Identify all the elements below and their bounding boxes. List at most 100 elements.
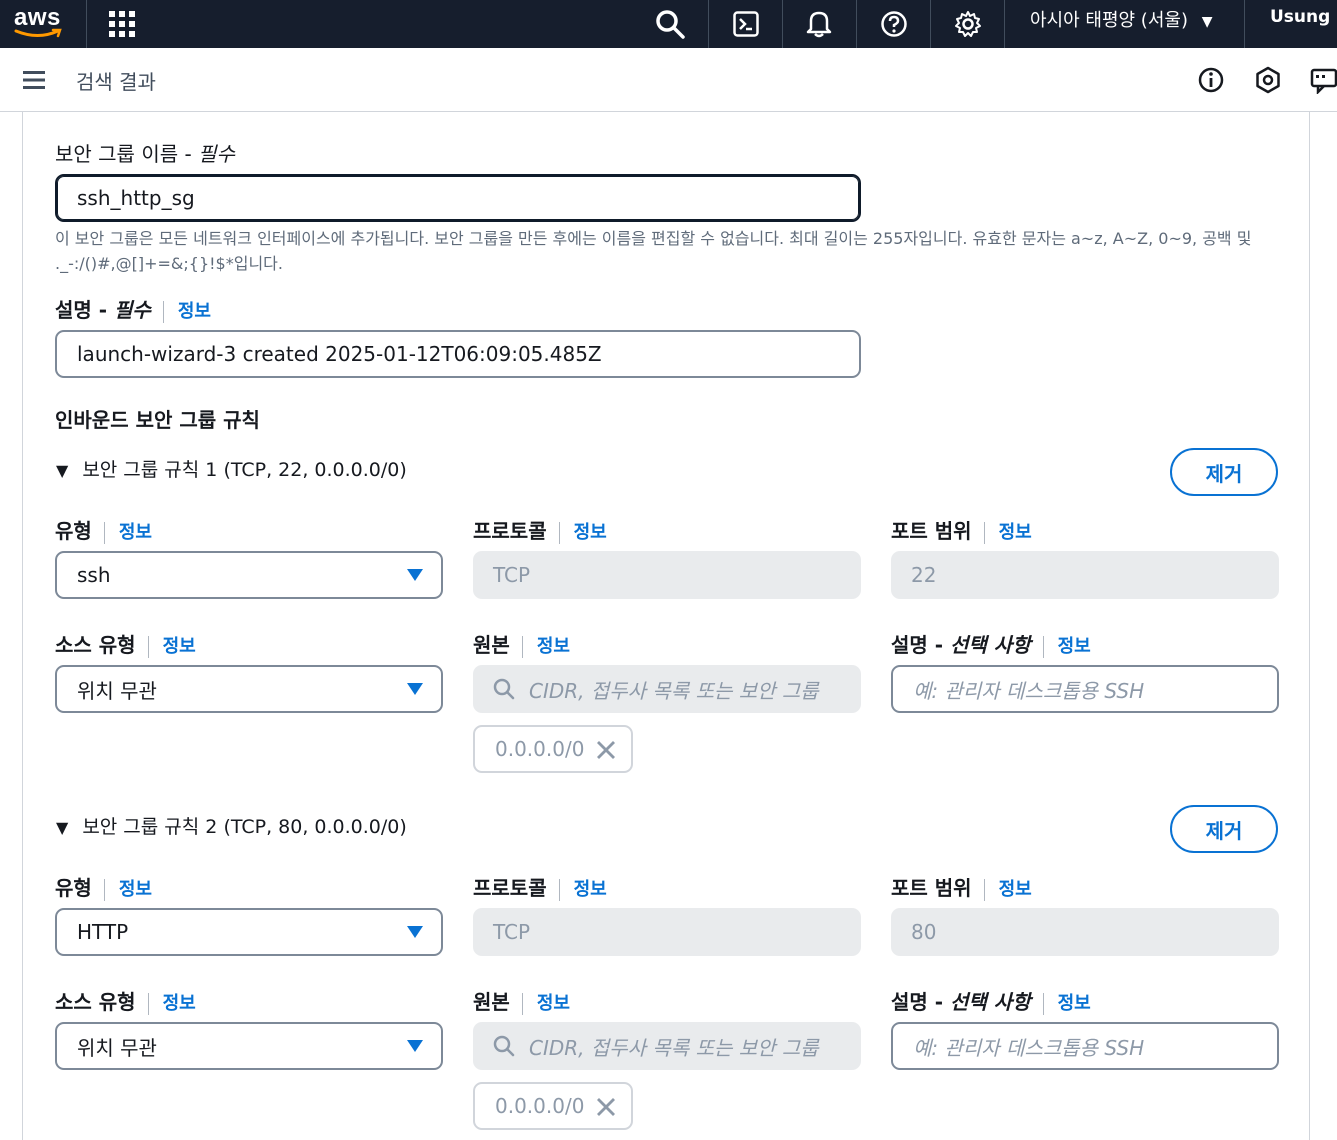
info-divider — [521, 992, 523, 1015]
caret-down-icon: ▼ — [56, 818, 69, 837]
user-menu[interactable]: Usung — [1270, 7, 1330, 27]
rule-2-port-label: 포트 범위 정보 — [891, 872, 1032, 901]
caret-down-icon — [407, 1040, 423, 1052]
rule-2-source-info-link[interactable]: 정보 — [537, 993, 570, 1014]
nav-divider — [856, 0, 857, 48]
top-navigation: aws 아시아 태평양 (서울) ▼ Usung — [0, 0, 1337, 48]
sg-desc-value: launch-wizard-3 created 2025-01-12T06:09… — [77, 342, 602, 366]
rule-2-header[interactable]: ▼ 보안 그룹 규칙 2 (TCP, 80, 0.0.0.0/0) — [56, 812, 407, 839]
search-icon[interactable] — [650, 4, 690, 44]
rule-2-desc-placeholder: 예: 관리자 데스크톱용 SSH — [913, 1035, 1145, 1060]
rule-1-source-type-info-link[interactable]: 정보 — [163, 636, 196, 657]
rule-2-port-info-link[interactable]: 정보 — [999, 879, 1032, 900]
sg-name-value: ssh_http_sg — [77, 186, 195, 210]
rule-2-source-placeholder: CIDR, 접두사 목록 또는 보안 그룹 — [529, 1035, 819, 1060]
caret-down-icon — [407, 926, 423, 938]
rule-2-remove-button[interactable]: 제거 — [1170, 805, 1278, 853]
info-circle-icon[interactable] — [1197, 66, 1225, 94]
rule-1-source-search: CIDR, 접두사 목록 또는 보안 그룹 — [473, 665, 861, 713]
rule-1-port-info-link[interactable]: 정보 — [999, 522, 1032, 543]
rule-1-type-select[interactable]: ssh — [55, 551, 443, 599]
rule-2-source-type-info-link[interactable]: 정보 — [163, 993, 196, 1014]
sg-name-input[interactable]: ssh_http_sg — [55, 174, 861, 222]
breadcrumb[interactable]: 검색 결과 — [76, 66, 156, 95]
rule-2-source-type-label: 소스 유형 정보 — [55, 986, 196, 1015]
gear-icon[interactable] — [948, 4, 988, 44]
sg-desc-label: 설명 - 필수 정보 — [55, 294, 211, 323]
info-divider — [147, 635, 149, 658]
sub-header: 검색 결과 — [0, 48, 1337, 112]
hexagon-icon[interactable] — [1254, 66, 1282, 94]
close-icon[interactable] — [595, 1096, 617, 1118]
sg-name-required: 필수 — [198, 142, 235, 166]
rule-1-remove-button[interactable]: 제거 — [1170, 448, 1278, 496]
rule-2-type-label: 유형 정보 — [55, 872, 152, 901]
rule-2-type-value: HTTP — [77, 920, 129, 944]
rule-2-type-select[interactable]: HTTP — [55, 908, 443, 956]
region-selector[interactable]: 아시아 태평양 (서울) ▼ — [1030, 6, 1212, 32]
cloudshell-icon[interactable] — [726, 4, 766, 44]
rule-1-port-field: 22 — [891, 551, 1279, 599]
search-icon — [493, 678, 515, 700]
info-divider — [558, 521, 560, 544]
rule-1-type-info-link[interactable]: 정보 — [119, 522, 152, 543]
nav-divider — [1244, 0, 1245, 48]
info-divider — [103, 878, 105, 901]
menu-icon[interactable] — [22, 68, 48, 92]
caret-down-icon — [407, 683, 423, 695]
protocol-label-text: 프로토콜 — [473, 519, 547, 543]
rule-1-source-label: 원본 정보 — [473, 629, 570, 658]
rule-2-protocol-field: TCP — [473, 908, 861, 956]
help-icon[interactable] — [874, 4, 914, 44]
rule-1-protocol-label: 프로토콜 정보 — [473, 515, 607, 544]
sg-desc-info-link[interactable]: 정보 — [178, 301, 211, 322]
source-label-text: 원본 — [473, 633, 510, 657]
info-divider — [558, 878, 560, 901]
sg-desc-input[interactable]: launch-wizard-3 created 2025-01-12T06:09… — [55, 330, 861, 378]
rule-1-source-type-select[interactable]: 위치 무관 — [55, 665, 443, 713]
aws-logo[interactable]: aws — [14, 4, 64, 42]
rule-1-type-value: ssh — [77, 563, 111, 587]
feedback-icon[interactable] — [1310, 66, 1337, 96]
rule-2-source-type-select[interactable]: 위치 무관 — [55, 1022, 443, 1070]
port-label-text: 포트 범위 — [891, 519, 972, 543]
info-divider — [147, 992, 149, 1015]
protocol-label-text: 프로토콜 — [473, 876, 547, 900]
inbound-rules-title: 인바운드 보안 그룹 규칙 — [55, 408, 260, 432]
info-divider — [983, 878, 985, 901]
rule-1-header[interactable]: ▼ 보안 그룹 규칙 1 (TCP, 22, 0.0.0.0/0) — [56, 455, 407, 482]
rule-2-source-search: CIDR, 접두사 목록 또는 보안 그룹 — [473, 1022, 861, 1070]
sg-desc-required: 필수 — [114, 298, 151, 322]
bell-icon[interactable] — [799, 4, 839, 44]
rule-1-desc-label: 설명 - 선택 사항 정보 — [891, 629, 1091, 658]
info-divider — [521, 635, 523, 658]
rule-2-desc-info-link[interactable]: 정보 — [1058, 993, 1091, 1014]
caret-down-icon — [407, 569, 423, 581]
source-type-label-text: 소스 유형 — [55, 633, 136, 657]
rule-1-desc-input[interactable]: 예: 관리자 데스크톱용 SSH — [891, 665, 1279, 713]
info-divider — [983, 521, 985, 544]
rule-2-protocol-value: TCP — [493, 920, 531, 944]
desc-optional-label-text: 설명 - — [891, 633, 951, 657]
rule-1-source-info-link[interactable]: 정보 — [537, 636, 570, 657]
sg-name-label-text: 보안 그룹 이름 - — [55, 142, 199, 166]
rule-2-cidr-value: 0.0.0.0/0 — [495, 1094, 585, 1118]
source-type-label-text: 소스 유형 — [55, 990, 136, 1014]
sg-desc-label-text: 설명 - — [55, 298, 115, 322]
rule-1-title: 보안 그룹 규칙 1 (TCP, 22, 0.0.0.0/0) — [82, 459, 407, 481]
rule-2-cidr-token: 0.0.0.0/0 — [473, 1082, 633, 1130]
rule-1-desc-placeholder: 예: 관리자 데스크톱용 SSH — [913, 678, 1145, 703]
rule-1-protocol-info-link[interactable]: 정보 — [574, 522, 607, 543]
type-label-text: 유형 — [55, 876, 92, 900]
rule-1-type-label: 유형 정보 — [55, 515, 152, 544]
rule-1-cidr-token: 0.0.0.0/0 — [473, 725, 633, 773]
info-divider — [103, 521, 105, 544]
rule-2-type-info-link[interactable]: 정보 — [119, 879, 152, 900]
rule-2-protocol-info-link[interactable]: 정보 — [574, 879, 607, 900]
info-divider — [1042, 992, 1044, 1015]
apps-grid-icon[interactable] — [102, 4, 142, 44]
rule-1-desc-info-link[interactable]: 정보 — [1058, 636, 1091, 657]
info-divider — [162, 300, 164, 323]
close-icon[interactable] — [595, 739, 617, 761]
rule-2-desc-input[interactable]: 예: 관리자 데스크톱용 SSH — [891, 1022, 1279, 1070]
